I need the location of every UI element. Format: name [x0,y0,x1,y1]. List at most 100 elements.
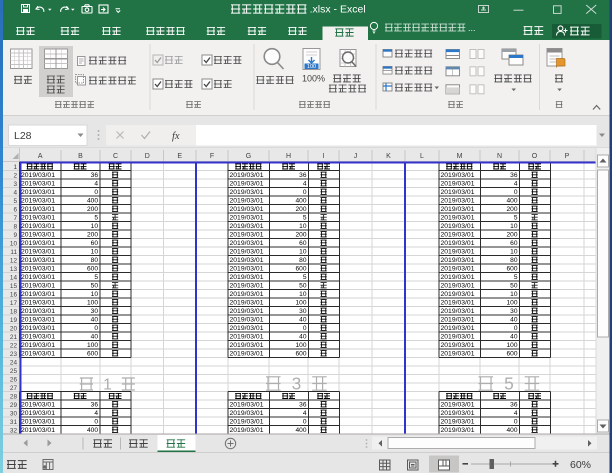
svg-text:2019/03/01: 2019/03/01 [441,249,475,256]
svg-text:2019/03/01: 2019/03/01 [21,181,55,188]
svg-text:2019/03/01: 2019/03/01 [230,240,264,247]
svg-text:100: 100 [295,342,306,349]
svg-text:29: 29 [10,402,18,409]
svg-text:P: P [565,153,570,160]
svg-text:14: 14 [10,275,18,282]
svg-text:D: D [145,153,150,160]
svg-text:1: 1 [103,376,112,393]
svg-text:600: 600 [295,266,306,273]
svg-text:2019/03/01: 2019/03/01 [441,232,475,239]
svg-text:...: ... [468,23,476,33]
svg-text:200: 200 [295,232,306,239]
svg-text:60: 60 [510,240,518,247]
svg-text:L28: L28 [14,130,32,142]
svg-text:2019/03/01: 2019/03/01 [21,317,55,324]
svg-text:26: 26 [10,377,18,384]
svg-text:2019/03/01: 2019/03/01 [441,334,475,341]
svg-text:2019/03/01: 2019/03/01 [230,342,264,349]
svg-text:0: 0 [514,189,518,196]
svg-text:F: F [210,153,214,160]
svg-text:10: 10 [91,223,99,230]
svg-text:2019/03/01: 2019/03/01 [230,181,264,188]
svg-text:36: 36 [510,402,518,409]
svg-text:2019/03/01: 2019/03/01 [230,410,264,417]
svg-text:2019/03/01: 2019/03/01 [441,215,475,222]
svg-text:2019/03/01: 2019/03/01 [21,189,55,196]
svg-text:8: 8 [13,224,17,231]
svg-text:100: 100 [87,342,98,349]
svg-text:60: 60 [91,240,99,247]
svg-text:2019/03/01: 2019/03/01 [441,410,475,417]
svg-text:10: 10 [510,249,518,256]
svg-text:fx: fx [172,131,180,142]
svg-text:2019/03/01: 2019/03/01 [441,189,475,196]
svg-text:2019/03/01: 2019/03/01 [230,427,264,434]
svg-text:15: 15 [10,283,18,290]
svg-text:400: 400 [295,198,306,205]
svg-text:40: 40 [299,317,307,324]
svg-text:2019/03/01: 2019/03/01 [21,402,55,409]
svg-text:600: 600 [295,351,306,358]
svg-text:0: 0 [303,189,307,196]
svg-text:2019/03/01: 2019/03/01 [230,334,264,341]
svg-text:10: 10 [91,291,99,298]
svg-text:0: 0 [94,419,98,426]
svg-text:4: 4 [514,410,518,417]
svg-text:5: 5 [504,373,514,393]
svg-text:36: 36 [299,172,307,179]
svg-text:30: 30 [510,308,518,315]
svg-text:2019/03/01: 2019/03/01 [21,427,55,434]
svg-text:2019/03/01: 2019/03/01 [441,351,475,358]
svg-text:2019/03/01: 2019/03/01 [21,257,55,264]
svg-text:23: 23 [10,351,18,358]
svg-text:2019/03/01: 2019/03/01 [230,402,264,409]
svg-text:2019/03/01: 2019/03/01 [441,206,475,213]
svg-text:2019/03/01: 2019/03/01 [21,223,55,230]
svg-text:2019/03/01: 2019/03/01 [21,342,55,349]
svg-text:600: 600 [506,266,517,273]
svg-text:2019/03/01: 2019/03/01 [441,274,475,281]
svg-text:2019/03/01: 2019/03/01 [230,419,264,426]
svg-text:2: 2 [13,173,17,180]
svg-text:2019/03/01: 2019/03/01 [230,198,264,205]
svg-text:100: 100 [87,300,98,307]
svg-text:4: 4 [303,181,307,188]
svg-text:5: 5 [94,274,98,281]
svg-text:2019/03/01: 2019/03/01 [21,308,55,315]
svg-text:200: 200 [295,206,306,213]
svg-text:2019/03/01: 2019/03/01 [441,198,475,205]
svg-text:0: 0 [303,419,307,426]
svg-text:4: 4 [303,410,307,417]
svg-text:10: 10 [299,291,307,298]
svg-text:0: 0 [514,419,518,426]
svg-text:5: 5 [303,274,307,281]
svg-text:2019/03/01: 2019/03/01 [441,402,475,409]
svg-text:2019/03/01: 2019/03/01 [230,325,264,332]
svg-text:100: 100 [307,64,316,70]
svg-text:2019/03/01: 2019/03/01 [441,283,475,290]
svg-text:4: 4 [94,181,98,188]
svg-text:600: 600 [87,266,98,273]
svg-text:40: 40 [91,334,99,341]
svg-text:2019/03/01: 2019/03/01 [21,232,55,239]
svg-text:19: 19 [10,317,18,324]
svg-text:27: 27 [10,385,18,392]
svg-text:2019/03/01: 2019/03/01 [441,317,475,324]
svg-text:12: 12 [10,258,18,265]
svg-text:2019/03/01: 2019/03/01 [230,266,264,273]
svg-text:30: 30 [10,411,18,418]
svg-text:2019/03/01: 2019/03/01 [21,351,55,358]
svg-text:2019/03/01: 2019/03/01 [230,249,264,256]
svg-text:G: G [246,153,251,160]
svg-text:10: 10 [10,241,18,248]
svg-text:4: 4 [514,181,518,188]
svg-text:K: K [386,153,391,160]
svg-text:10: 10 [299,249,307,256]
svg-text:80: 80 [510,257,518,264]
svg-text:0: 0 [303,325,307,332]
svg-text:2019/03/01: 2019/03/01 [441,427,475,434]
svg-text:7: 7 [13,215,17,222]
svg-text:4: 4 [94,410,98,417]
svg-text:40: 40 [510,317,518,324]
svg-text:2019/03/01: 2019/03/01 [21,410,55,417]
